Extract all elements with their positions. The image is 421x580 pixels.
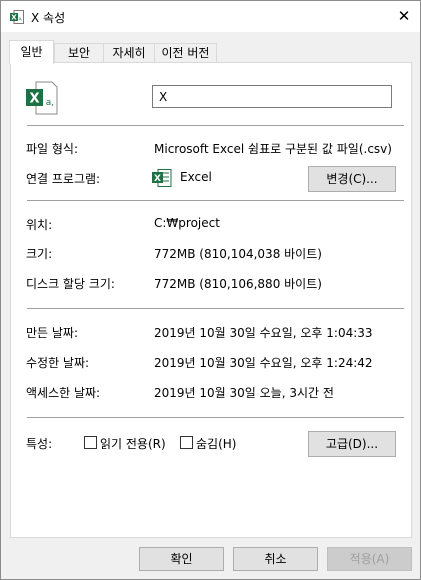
tab-label: 이전 버전 [161, 46, 210, 60]
readonly-checkbox-label[interactable]: 읽기 전용(R) [100, 435, 166, 452]
ok-button[interactable]: 확인 [139, 547, 224, 571]
advanced-button[interactable]: 고급(D)... [308, 431, 396, 457]
tab-security[interactable]: 보안 [54, 43, 104, 63]
tab-general[interactable]: 일반 [9, 40, 54, 64]
divider [27, 417, 404, 418]
tab-label: 보안 [67, 46, 91, 60]
window-title: X 속성 [31, 11, 66, 25]
hidden-checkbox-label[interactable]: 숨김(H) [196, 435, 236, 452]
svg-text:X: X [29, 92, 39, 107]
opens-with-app-name: Excel [180, 170, 212, 184]
excel-icon: X [152, 169, 172, 187]
readonly-checkbox[interactable] [84, 436, 97, 449]
tab-label: 자세히 [112, 46, 146, 60]
opens-with-label: 연결 프로그램: [26, 172, 101, 186]
properties-window: X a, X 속성 ✕ 일반 보안 자세히 이전 버전 X a, 파일 형식: … [0, 0, 421, 580]
hidden-checkbox[interactable] [180, 436, 193, 449]
divider [27, 308, 404, 309]
svg-text:X: X [11, 14, 17, 22]
excel-csv-icon: X a, [10, 10, 24, 24]
file-name-input[interactable] [152, 85, 392, 108]
type-value: Microsoft Excel 쉼표로 구분된 값 파일(.csv) [154, 142, 392, 156]
created-label: 만든 날짜: [26, 326, 79, 340]
svg-text:X: X [154, 174, 161, 184]
tab-details[interactable]: 자세히 [103, 43, 155, 63]
size-on-disk-value: 772MB (810,106,880 바이트) [154, 277, 322, 291]
created-value: 2019년 10월 30일 수요일, 오후 1:04:33 [154, 326, 373, 340]
general-tab-panel: X a, 파일 형식: Microsoft Excel 쉼표로 구분된 값 파일… [10, 62, 412, 538]
type-label: 파일 형식: [26, 142, 79, 156]
excel-csv-icon: X a, [26, 81, 58, 115]
title-bar[interactable]: X a, X 속성 ✕ [1, 1, 420, 32]
modified-value: 2019년 10월 30일 수요일, 오후 1:24:42 [154, 356, 373, 370]
divider [27, 125, 404, 126]
size-label: 크기: [26, 247, 53, 261]
apply-button[interactable]: 적용(A) [327, 547, 412, 571]
tab-label: 일반 [20, 45, 43, 59]
divider [27, 200, 404, 201]
size-on-disk-label: 디스크 할당 크기: [26, 277, 115, 291]
accessed-value: 2019년 10월 30일 오늘, 3시간 전 [154, 386, 334, 400]
tab-previous-versions[interactable]: 이전 버전 [154, 43, 217, 63]
change-program-button[interactable]: 변경(C)... [308, 166, 396, 192]
location-value: C:₩project [154, 216, 220, 230]
location-label: 위치: [26, 218, 53, 232]
cancel-button[interactable]: 취소 [233, 547, 318, 571]
svg-text:a,: a, [46, 98, 54, 108]
close-icon[interactable]: ✕ [396, 8, 412, 24]
modified-label: 수정한 날짜: [26, 356, 90, 370]
svg-text:a,: a, [19, 16, 23, 21]
attributes-label: 특성: [26, 437, 53, 451]
size-value: 772MB (810,104,038 바이트) [154, 247, 322, 261]
accessed-label: 액세스한 날짜: [26, 386, 101, 400]
